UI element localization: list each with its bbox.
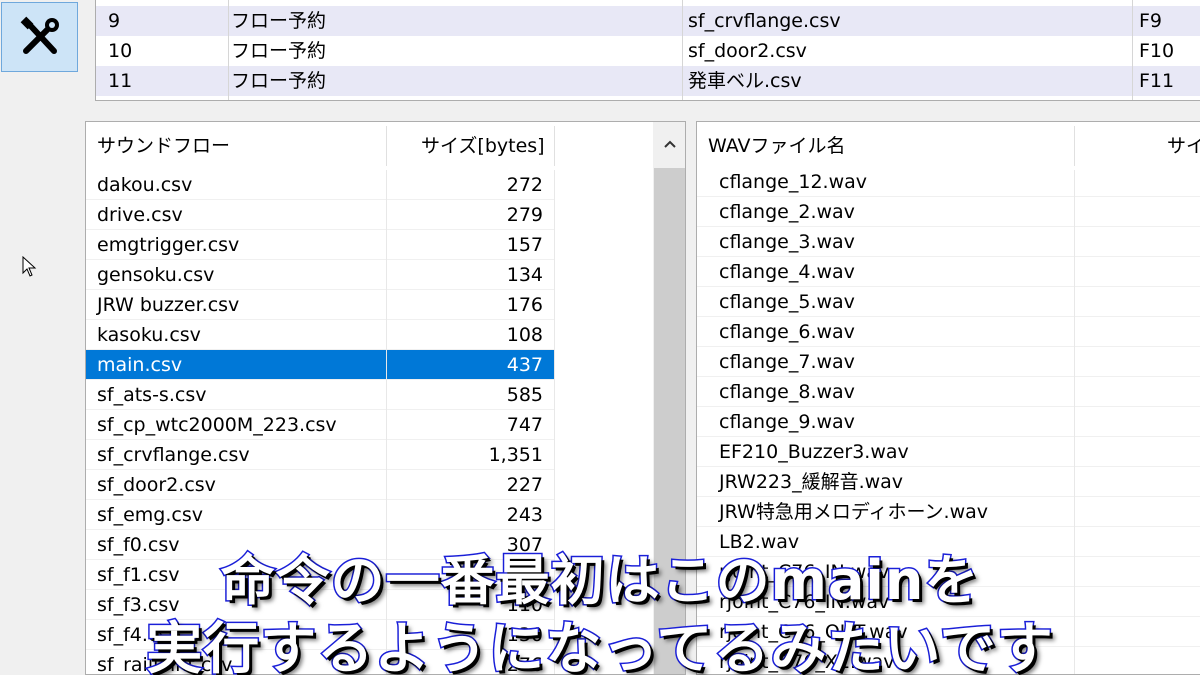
flow-file-size: 747	[506, 414, 543, 436]
list-item[interactable]: sf_emg.csv 243	[86, 500, 554, 530]
list-item[interactable]: main.csv 437	[86, 350, 554, 380]
tools-button[interactable]	[1, 2, 78, 72]
flow-file-size: 279	[506, 204, 543, 226]
header-sound-flow[interactable]: サウンドフロー	[97, 122, 230, 170]
subtitle-line-2: 実行するようになってるみたいです	[145, 616, 1055, 675]
flow-file-name: JRW buzzer.csv	[97, 294, 240, 316]
flow-file-size: 272	[506, 174, 543, 196]
row-number: 11	[108, 70, 133, 92]
wav-file-name: EF210_Buzzer3.wav	[719, 441, 909, 463]
list-item[interactable]: kasoku.csv 108	[86, 320, 554, 350]
wav-file-name: JRW223_緩解音.wav	[719, 471, 904, 493]
list-item[interactable]: dakou.csv 272	[86, 170, 554, 200]
list-header: サウンドフロー サイズ[bytes]	[86, 122, 653, 170]
wav-file-name: JRW特急用メロディホーン.wav	[719, 501, 989, 523]
table-row[interactable]: 11 フロー予約 発車ベル.csv F11	[96, 66, 1200, 96]
wav-file-name: cflange_5.wav	[719, 291, 855, 313]
list-item[interactable]: cflange_5.wav	[697, 287, 1200, 317]
scroll-up-button[interactable]	[653, 122, 685, 166]
list-item[interactable]: JRW223_緩解音.wav	[697, 467, 1200, 497]
list-item[interactable]: gensoku.csv 134	[86, 260, 554, 290]
list-item[interactable]: cflange_4.wav	[697, 257, 1200, 287]
list-item[interactable]: sf_door2.csv 227	[86, 470, 554, 500]
column-divider	[682, 0, 683, 100]
flow-file-size: 227	[506, 474, 543, 496]
row-file: 発車ベル.csv	[688, 70, 802, 92]
flow-file-size: 134	[506, 264, 543, 286]
list-item[interactable]: cflange_3.wav	[697, 227, 1200, 257]
row-number: 9	[108, 10, 121, 32]
row-file: sf_door2.csv	[688, 40, 807, 62]
header-divider	[1074, 126, 1075, 166]
header-divider	[386, 126, 387, 166]
list-item[interactable]: cflange_6.wav	[697, 317, 1200, 347]
header-divider	[554, 126, 555, 166]
flow-file-name: dakou.csv	[97, 174, 193, 196]
chevron-up-icon	[663, 140, 676, 148]
list-item[interactable]: cflange_9.wav	[697, 407, 1200, 437]
wav-file-name: cflange_12.wav	[719, 171, 867, 193]
row-key: F9	[1139, 10, 1163, 32]
flow-file-size: 437	[506, 354, 543, 376]
list-item[interactable]: cflange_12.wav	[697, 167, 1200, 197]
list-item[interactable]: sf_ats-s.csv 585	[86, 380, 554, 410]
row-number: 10	[108, 40, 133, 62]
flow-file-size: 157	[506, 234, 543, 256]
table-row[interactable]: 10 フロー予約 sf_door2.csv F10	[96, 36, 1200, 66]
flow-file-name: drive.csv	[97, 204, 183, 226]
flow-file-name: emgtrigger.csv	[97, 234, 240, 256]
flow-file-size: 176	[506, 294, 543, 316]
wav-file-name: cflange_7.wav	[719, 351, 855, 373]
list-item[interactable]: sf_cp_wtc2000M_223.csv 747	[86, 410, 554, 440]
header-size[interactable]: サイズ[bytes]	[421, 122, 545, 170]
list-item[interactable]: sf_crvflange.csv 1,351	[86, 440, 554, 470]
row-type: フロー予約	[231, 40, 327, 62]
wav-file-name: cflange_2.wav	[719, 201, 855, 223]
header-wav-name[interactable]: WAVファイル名	[708, 122, 846, 170]
tools-icon	[20, 16, 59, 54]
wav-file-name: cflange_8.wav	[719, 381, 855, 403]
row-file: sf_crvflange.csv	[688, 10, 841, 32]
row-key: F11	[1139, 70, 1175, 92]
row-type: フロー予約	[231, 10, 327, 32]
flow-file-size: 108	[506, 324, 543, 346]
list-header: WAVファイル名 サイ	[697, 122, 1200, 170]
flow-file-name: sf_crvflange.csv	[97, 444, 250, 466]
list-item[interactable]: cflange_7.wav	[697, 347, 1200, 377]
list-item[interactable]: cflange_2.wav	[697, 197, 1200, 227]
flow-file-name: sf_door2.csv	[97, 474, 216, 496]
flow-reservation-table: 9 フロー予約 sf_crvflange.csv F9 10 フロー予約 sf_…	[95, 0, 1200, 101]
list-item[interactable]: drive.csv 279	[86, 200, 554, 230]
list-item[interactable]: emgtrigger.csv 157	[86, 230, 554, 260]
wav-file-name: cflange_9.wav	[719, 411, 855, 433]
flow-file-name: kasoku.csv	[97, 324, 201, 346]
flow-file-size: 243	[506, 504, 543, 526]
list-item[interactable]: JRW buzzer.csv 176	[86, 290, 554, 320]
flow-file-name: sf_emg.csv	[97, 504, 203, 526]
table-row[interactable]: 9 フロー予約 sf_crvflange.csv F9	[96, 6, 1200, 36]
column-divider	[1132, 0, 1133, 100]
header-size[interactable]: サイ	[1167, 122, 1200, 170]
list-item[interactable]: EF210_Buzzer3.wav	[697, 437, 1200, 467]
list-item[interactable]: JRW特急用メロディホーン.wav	[697, 497, 1200, 527]
mouse-cursor-icon	[22, 256, 37, 277]
row-key: F10	[1139, 40, 1175, 62]
column-divider	[228, 0, 229, 100]
list-item[interactable]: cflange_8.wav	[697, 377, 1200, 407]
flow-file-size: 585	[506, 384, 543, 406]
wav-file-name: cflange_3.wav	[719, 231, 855, 253]
flow-file-name: sf_cp_wtc2000M_223.csv	[97, 414, 337, 436]
flow-file-name: gensoku.csv	[97, 264, 215, 286]
row-type: フロー予約	[231, 70, 327, 92]
wav-file-name: cflange_4.wav	[719, 261, 855, 283]
flow-file-name: sf_ats-s.csv	[97, 384, 207, 406]
flow-file-name: main.csv	[97, 354, 183, 376]
flow-file-size: 1,351	[488, 444, 543, 466]
wav-file-name: cflange_6.wav	[719, 321, 855, 343]
